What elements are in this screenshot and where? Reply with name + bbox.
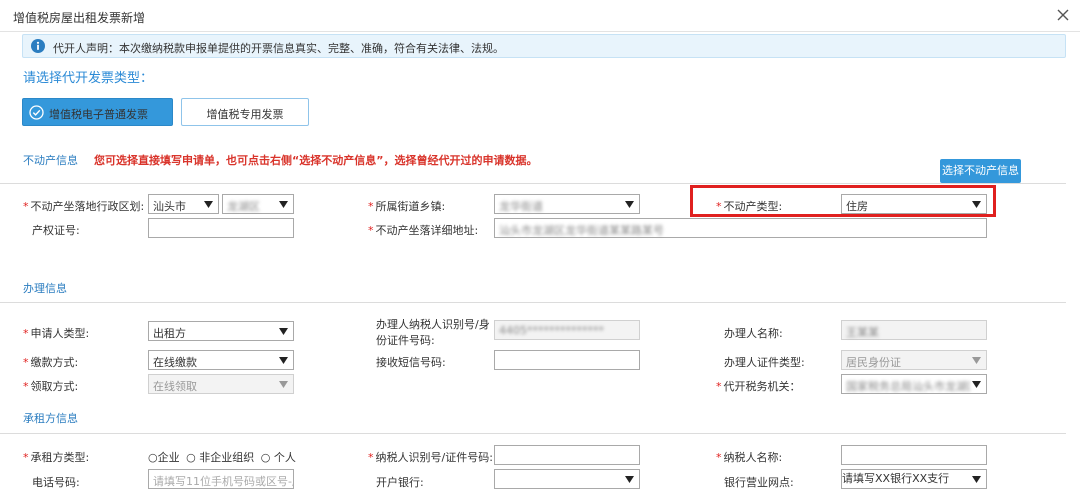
radio-individual[interactable]: ○ 个人 [261,451,296,464]
applicant-type-select[interactable]: 出租方 [148,321,294,341]
close-icon[interactable] [1054,6,1072,24]
radio-non-enterprise[interactable]: ○ 非企业组织 [186,451,254,464]
sms-label: 接收短信号码: [376,356,446,369]
section-divider [0,183,1066,184]
handler-cert-type-select[interactable]: 居民身份证 [841,350,987,370]
handling-section-title: 办理信息 [23,282,67,295]
chevron-down-icon [279,357,288,364]
radio-enterprise[interactable]: ○企业 [148,451,180,464]
dialog-titlebar: 增值税房屋出租发票新增 [0,0,1080,32]
tenant-taxpayer-id-input[interactable] [494,445,640,465]
pickup-method-label: * 领取方式: [23,380,79,393]
chevron-down-icon [625,201,634,208]
select-property-button[interactable]: 选择不动产信息 [940,159,1021,183]
phone-input[interactable]: 请填写11位手机号码或区号-座机 [148,469,294,489]
tax-office-select[interactable]: 国家税务总局汕头市龙湖区税务局 [841,374,987,394]
handler-name-label: 办理人名称: [724,327,783,340]
street-label: * 所属街道乡镇: [368,200,446,213]
chevron-down-icon [972,476,981,483]
district-city-select[interactable]: 汕头市 [148,194,219,214]
bank-branch-select[interactable]: 请填写XX银行XX支行 [841,469,987,489]
tax-office-label: * 代开税务机关： [716,380,801,393]
info-icon [31,39,45,53]
tenant-section-title: 承租方信息 [23,412,78,425]
address-input[interactable]: 汕头市龙湖区龙华街道某某路某号 [494,218,987,238]
tenant-type-radio-group: ○企业 ○ 非企业组织 ○ 个人 [148,449,299,465]
electronic-invoice-label: 增值税电子普通发票 [49,108,148,121]
chevron-down-icon [279,201,288,208]
special-invoice-label: 增值税专用发票 [206,108,284,121]
electronic-invoice-button[interactable]: 增值税电子普通发票 [22,98,173,126]
cert-label: 产权证号: [32,224,80,237]
special-invoice-button[interactable]: 增值税专用发票 [181,98,309,126]
chevron-down-icon [972,381,981,388]
tenant-taxpayer-id-label: * 纳税人识别号/证件号码: [368,451,493,464]
street-select[interactable]: 龙华街道 [494,194,640,214]
handler-cert-type-label: 办理人证件类型: [724,356,805,369]
bank-select[interactable] [494,469,640,489]
property-tip: 您可选择直接填写申请单，也可点击右侧“选择不动产信息”，选择曾经代开过的申请数据… [94,154,538,167]
handler-name-input[interactable]: 王某某 [841,320,987,340]
payment-method-select[interactable]: 在线缴款 [148,350,294,370]
payment-method-label: * 缴款方式: [23,356,79,369]
chevron-down-icon [972,357,981,364]
tenant-type-label: * 承租方类型: [23,451,90,464]
applicant-type-label: * 申请人类型: [23,327,90,340]
notice-text: 代开人声明：本次缴纳税款申报单提供的开票信息真实、完整、准确，符合有关法律、法规… [53,42,504,55]
chevron-down-icon [279,381,288,388]
handler-taxpayer-id-input[interactable]: 4405************** [494,320,640,340]
bank-branch-label: 银行营业网点: [724,476,794,489]
address-label: * 不动产坐落详细地址: [368,224,479,237]
handler-taxpayer-id-label-line2: 份证件号码: [376,334,435,347]
section-divider [0,433,1066,434]
handler-taxpayer-id-label-line1: 办理人纳税人识别号/身 [376,318,490,331]
check-circle-icon [29,105,44,120]
chevron-down-icon [625,476,634,483]
phone-label: 电话号码: [32,476,80,489]
property-type-highlight [690,185,996,217]
dialog-title: 增值税房屋出租发票新增 [13,11,146,25]
district-area-select[interactable]: 龙湖区 [222,194,294,214]
bank-label: 开户银行: [376,476,424,489]
chevron-down-icon [279,328,288,335]
tenant-taxpayer-name-input[interactable] [841,445,987,465]
district-label: * 不动产坐落地行政区划: [23,200,145,213]
chevron-down-icon [204,201,213,208]
invoice-type-prompt: 请选择代开发票类型： [23,71,154,86]
tenant-taxpayer-name-label: * 纳税人名称: [716,451,783,464]
sms-input[interactable] [494,350,640,370]
cert-input[interactable] [148,218,294,238]
section-divider [0,302,1066,303]
declaration-notice: 代开人声明：本次缴纳税款申报单提供的开票信息真实、完整、准确，符合有关法律、法规… [22,34,1066,58]
pickup-method-select[interactable]: 在线领取 [148,374,294,394]
property-section-title: 不动产信息 [23,154,78,167]
